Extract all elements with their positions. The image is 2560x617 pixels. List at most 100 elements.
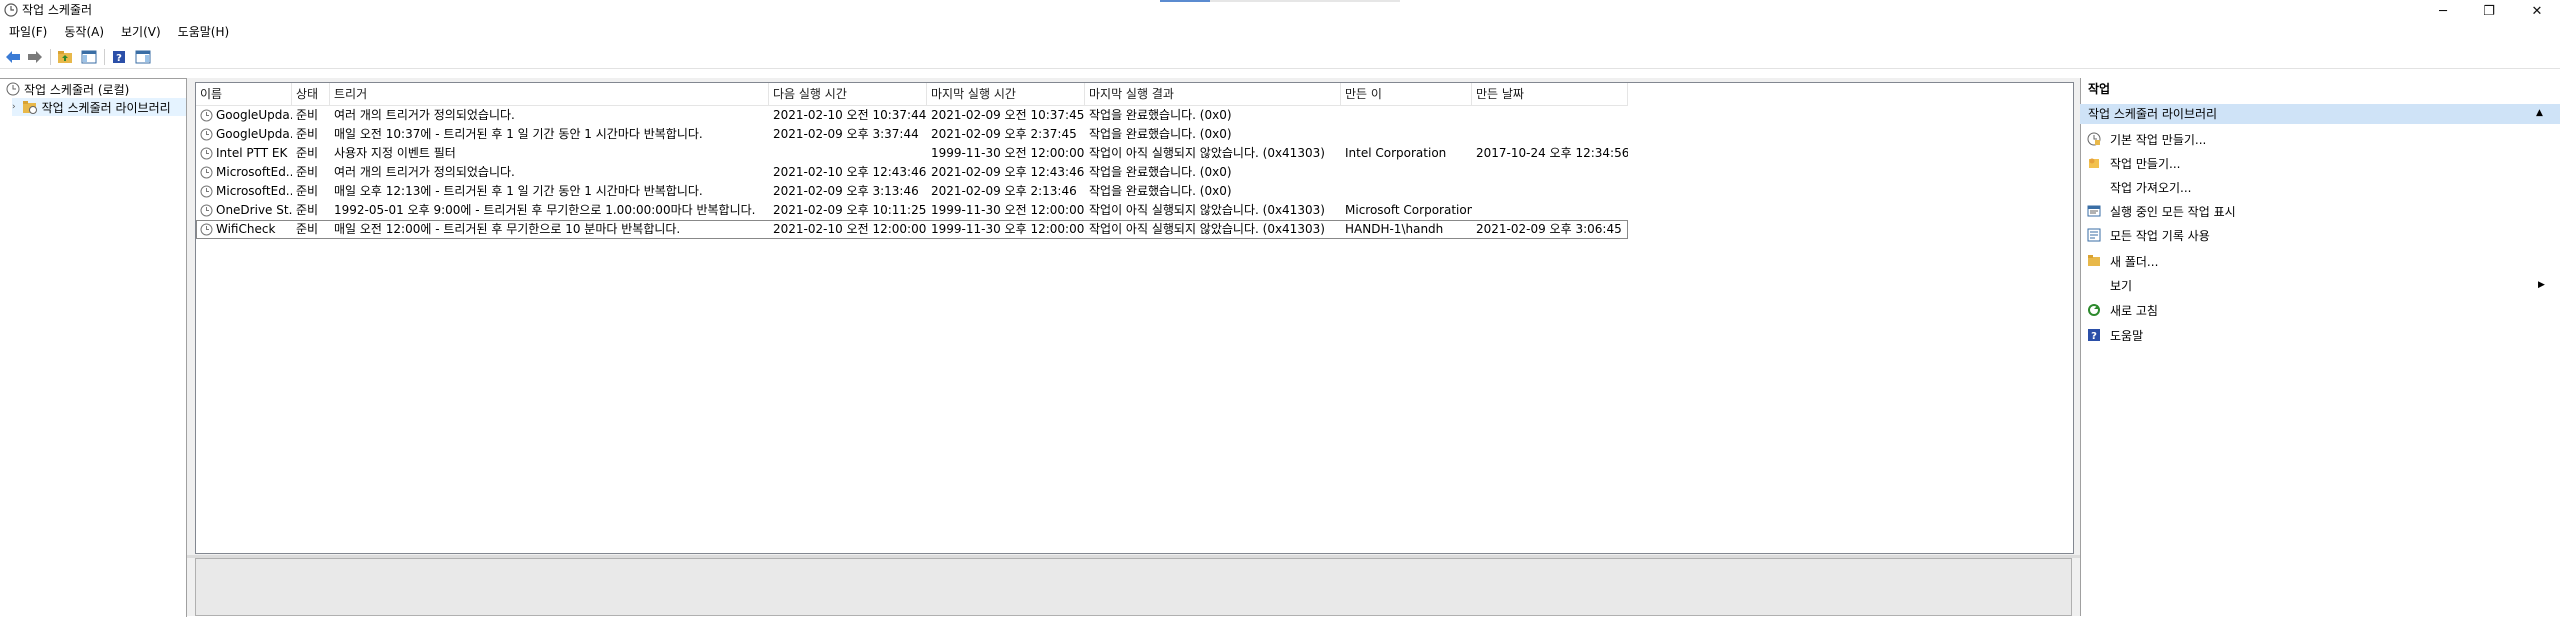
- submenu-arrow-icon: ▶: [2538, 280, 2545, 290]
- column-trigger[interactable]: 트리거: [330, 83, 769, 105]
- action-create-basic-task[interactable]: 기본 작업 만들기...: [2084, 127, 2560, 151]
- cell-last-result: 작업을 완료했습니다. (0x0): [1089, 184, 1232, 198]
- back-arrow-icon: [6, 51, 20, 63]
- cell-last-result: 작업이 아직 실행되지 않았습니다. (0x41303): [1089, 146, 1325, 160]
- cell-last-run: 1999-11-30 오전 12:00:00: [931, 146, 1085, 160]
- maximize-button[interactable]: ❐: [2466, 0, 2512, 22]
- cell-status: 준비: [296, 222, 319, 236]
- cell-created: 2017-10-24 오후 12:34:56: [1476, 146, 1628, 160]
- column-name[interactable]: 이름: [196, 83, 292, 105]
- console-tree-icon: [81, 50, 97, 64]
- toolbar-separator: [104, 49, 105, 65]
- action-new-folder[interactable]: 새 폴더...: [2084, 249, 2560, 273]
- chevron-right-icon: ›: [12, 102, 16, 112]
- column-last-run[interactable]: 마지막 실행 시간: [927, 83, 1085, 105]
- cell-status: 준비: [296, 127, 319, 141]
- cell-next-run: 2021-02-09 오후 10:11:25: [773, 203, 927, 217]
- table-row[interactable]: GoogleUpda... 준비 여러 개의 트리거가 정의되었습니다. 2021-0…: [196, 106, 1628, 125]
- collapse-arrow-icon[interactable]: ▲: [2536, 108, 2543, 118]
- task-clock-icon: [200, 147, 213, 160]
- column-last-result[interactable]: 마지막 실행 결과: [1085, 83, 1341, 105]
- action-label: 실행 중인 모든 작업 표시: [2110, 204, 2236, 219]
- cell-last-run: 1999-11-30 오후 12:00:00: [931, 222, 1085, 236]
- cell-status: 준비: [296, 108, 319, 122]
- create-task-icon: [2086, 155, 2102, 171]
- tree-item-local[interactable]: 작업 스케줄러 (로컬): [6, 80, 129, 98]
- cell-created: [1472, 201, 1628, 220]
- title-bar: [0, 0, 2560, 22]
- table-row[interactable]: OneDrive St... 준비 1992-05-01 오후 9:00에 - 트리…: [196, 201, 1628, 220]
- menu-action[interactable]: 동작(A): [55, 22, 112, 43]
- cell-author: Microsoft Corporation: [1345, 203, 1472, 217]
- cell-status: 준비: [296, 146, 319, 160]
- cell-last-result: 작업이 아직 실행되지 않았습니다. (0x41303): [1089, 222, 1325, 236]
- up-folder-button[interactable]: [56, 48, 74, 66]
- svg-text:?: ?: [2091, 331, 2097, 342]
- help-book-icon: ?: [113, 51, 125, 64]
- folder-up-icon: [58, 51, 72, 63]
- task-clock-icon: [200, 223, 213, 236]
- cell-last-run: 2021-02-09 오전 10:37:45: [931, 108, 1085, 122]
- cell-next-run: 2021-02-09 오후 3:37:44: [773, 127, 919, 141]
- actions-title: 작업: [2088, 82, 2111, 96]
- help-icon: ?: [2086, 327, 2102, 343]
- action-refresh[interactable]: 새로 고침: [2084, 298, 2560, 322]
- show-hide-action-pane-button[interactable]: [134, 48, 152, 66]
- action-view[interactable]: 보기: [2084, 273, 2560, 297]
- task-name-label: MicrosoftEd...: [216, 165, 292, 179]
- title-indicator-thumb: [1160, 0, 1210, 2]
- cell-name: OneDrive St...: [196, 201, 292, 220]
- column-next-run[interactable]: 다음 실행 시간: [769, 83, 927, 105]
- clock-app-icon: [4, 3, 18, 17]
- menu-help[interactable]: 도움말(H): [169, 22, 238, 43]
- close-button[interactable]: ✕: [2514, 0, 2560, 22]
- action-help[interactable]: ? 도움말: [2084, 323, 2560, 347]
- action-label: 새로 고침: [2110, 303, 2158, 318]
- forward-button[interactable]: [26, 48, 44, 66]
- tree-item-library[interactable]: › 작업 스케줄러 라이브러리: [12, 98, 186, 116]
- menu-view[interactable]: 보기(V): [112, 22, 169, 43]
- table-row[interactable]: WifiCheck 준비 매일 오전 12:00에 - 트리거된 후 무기한으로 1…: [196, 220, 1628, 239]
- action-label: 작업 만들기...: [2110, 156, 2181, 171]
- cell-last-result: 작업이 아직 실행되지 않았습니다. (0x41303): [1089, 203, 1325, 217]
- cell-last-result: 작업을 완료했습니다. (0x0): [1089, 165, 1232, 179]
- back-button[interactable]: [4, 48, 22, 66]
- action-label: 기본 작업 만들기...: [2110, 132, 2207, 147]
- action-import-task[interactable]: 작업 가져오기...: [2084, 175, 2560, 199]
- table-row[interactable]: GoogleUpda... 준비 매일 오전 10:37에 - 트리거된 후 1 일…: [196, 125, 1628, 144]
- basic-task-icon: [2086, 131, 2102, 147]
- table-row[interactable]: MicrosoftEd... 준비 여러 개의 트리거가 정의되었습니다. 2021-…: [196, 163, 1628, 182]
- svg-text:?: ?: [116, 53, 122, 64]
- menu-file[interactable]: 파일(F): [0, 22, 55, 43]
- toolbar-separator: [50, 49, 51, 65]
- window-title: 작업 스케줄러: [22, 3, 93, 17]
- cell-next-run: 2021-02-10 오전 10:37:44: [773, 108, 927, 122]
- forward-arrow-icon: [28, 51, 42, 63]
- table-row[interactable]: MicrosoftEd... 준비 매일 오후 12:13에 - 트리거된 후 1 …: [196, 182, 1628, 201]
- show-hide-console-tree-button[interactable]: [80, 48, 98, 66]
- task-clock-icon: [200, 128, 213, 141]
- action-display-running-tasks[interactable]: 실행 중인 모든 작업 표시: [2084, 199, 2560, 223]
- action-enable-history[interactable]: 모든 작업 기록 사용: [2084, 223, 2560, 247]
- table-row[interactable]: Intel PTT EK ... 준비 사용자 지정 이벤트 필터 1999-11-3…: [196, 144, 1628, 163]
- cell-next-run: 2021-02-09 오후 3:13:46: [773, 184, 919, 198]
- console-tree-pane: [0, 78, 187, 617]
- column-status[interactable]: 상태: [292, 83, 330, 105]
- task-name-label: OneDrive St...: [216, 203, 292, 217]
- cell-author: [1341, 163, 1472, 182]
- task-clock-icon: [200, 109, 213, 122]
- cell-trigger: 사용자 지정 이벤트 필터: [334, 146, 456, 160]
- blank-icon: [2086, 179, 2102, 195]
- cell-name: Intel PTT EK ...: [196, 144, 292, 163]
- column-created[interactable]: 만든 날짜: [1472, 83, 1628, 105]
- column-author[interactable]: 만든 이: [1341, 83, 1472, 105]
- help-toolbar-button[interactable]: ?: [110, 48, 128, 66]
- cell-name: MicrosoftEd...: [196, 163, 292, 182]
- task-name-label: WifiCheck: [216, 222, 276, 236]
- minimize-button[interactable]: ─: [2420, 0, 2466, 22]
- action-create-task[interactable]: 작업 만들기...: [2084, 151, 2560, 175]
- cell-status: 준비: [296, 184, 319, 198]
- cell-status: 준비: [296, 203, 319, 217]
- cell-author: Intel Corporation: [1345, 146, 1447, 160]
- cell-last-run: 2021-02-09 오후 2:13:46: [931, 184, 1077, 198]
